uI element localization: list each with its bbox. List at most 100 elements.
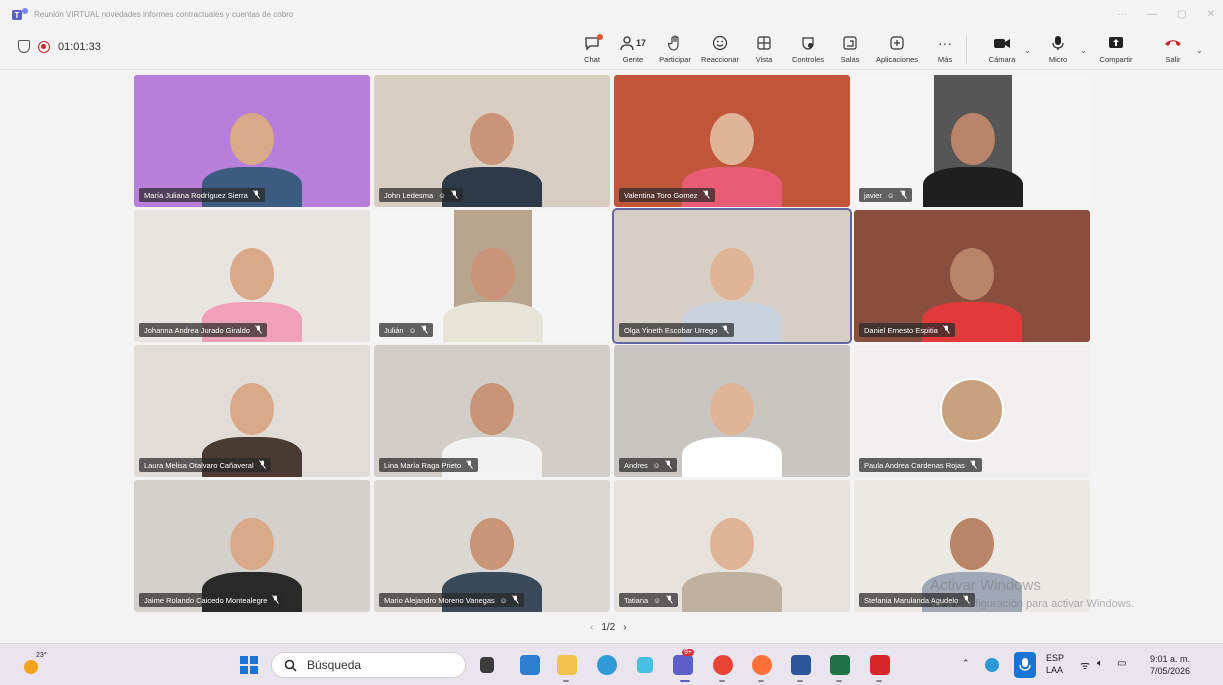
- next-page-icon[interactable]: ›: [623, 622, 626, 633]
- camera-options-chevron-icon[interactable]: ⌄: [1024, 46, 1031, 55]
- file-explorer-icon[interactable]: [557, 655, 577, 675]
- word-app-icon[interactable]: [791, 655, 811, 675]
- participant-tile[interactable]: María Juliana Rodríguez Sierra: [134, 75, 370, 207]
- mic-options-chevron-icon[interactable]: ⌄: [1080, 46, 1087, 55]
- wifi-icon[interactable]: ᯤ: [1080, 658, 1090, 673]
- camera-button[interactable]: Cámara: [976, 33, 1028, 64]
- taskbar-search[interactable]: Búsqueda: [271, 652, 466, 678]
- participant-name-label: Daniel Ernesto Espitia: [859, 323, 955, 337]
- tray-microphone-icon[interactable]: [1014, 652, 1036, 678]
- participant-head: [470, 113, 514, 165]
- toolbar-divider: [966, 36, 967, 64]
- participant-tile[interactable]: Paula Andrea Cardenas Rojas: [854, 345, 1090, 477]
- participant-name-label: Lina María Raga Prieto: [379, 458, 479, 472]
- participant-tile[interactable]: Olga Yineth Escobar Urrego: [612, 208, 852, 344]
- participant-head: [710, 383, 754, 435]
- participant-body: [443, 302, 543, 342]
- participant-name-label: Laura Melisa Otalvaro Cañaveral: [139, 458, 271, 472]
- teams-taskbar-icon[interactable]: 9+: [673, 649, 694, 675]
- tray-app-icon[interactable]: [985, 658, 999, 672]
- battery-icon[interactable]: ▭: [1117, 658, 1126, 669]
- running-indicator: [719, 680, 725, 682]
- shield-icon: [18, 40, 30, 53]
- muted-mic-icon: [421, 324, 429, 336]
- muted-mic-icon: [722, 324, 730, 336]
- mic-button[interactable]: Micro: [1032, 33, 1084, 64]
- apps-button[interactable]: Aplicaciones: [871, 33, 923, 64]
- window-title: Reunión VIRTUAL novedades informes contr…: [34, 9, 294, 19]
- participant-tile[interactable]: Johanna Andrea Jurado Giraldo: [134, 210, 370, 342]
- participant-name: John Ledesma: [384, 190, 434, 200]
- acrobat-reader-icon[interactable]: [870, 655, 890, 675]
- microphone-icon: [1052, 33, 1064, 53]
- participant-name-label: Julián ☺: [379, 323, 434, 337]
- hand-icon: [668, 33, 682, 53]
- rooms-button[interactable]: Salas: [824, 33, 876, 64]
- system-clock[interactable]: 9:01 a. m. 7/05/2026: [1150, 653, 1190, 677]
- participant-tile[interactable]: javier ☺: [854, 75, 1090, 207]
- window-close-button[interactable]: ✕: [1207, 9, 1215, 20]
- gallery-pager: ‹ 1/2 ›: [590, 622, 627, 633]
- tray-overflow-chevron-icon[interactable]: ⌃: [962, 658, 970, 669]
- participant-tile[interactable]: Julián ☺: [374, 210, 610, 342]
- participant-name: Valentina Toro Gomez: [624, 190, 698, 200]
- muted-mic-icon: [451, 189, 458, 201]
- previous-page-icon[interactable]: ‹: [590, 622, 593, 633]
- organizer-icon: ☺: [886, 190, 895, 200]
- participant-tile[interactable]: Andres ☺: [614, 345, 850, 477]
- excel-app-icon[interactable]: [830, 655, 850, 675]
- search-icon: [284, 659, 297, 672]
- leave-options-chevron-icon[interactable]: ⌄: [1196, 46, 1203, 55]
- participant-name-label: Mario Alejandro Moreno Vanegas ☺: [379, 593, 525, 607]
- participant-tile[interactable]: Daniel Ernesto Espitia: [854, 210, 1090, 342]
- windows-taskbar: 23° Búsqueda 9+ ⌃ ESP LAA ᯤ 🔈︎ ▭ 9:01 a.…: [0, 643, 1223, 685]
- smiley-icon: [712, 33, 728, 53]
- firefox-browser-icon[interactable]: [752, 655, 772, 675]
- running-indicator: [836, 680, 842, 682]
- window-minimize-button[interactable]: —: [1147, 9, 1157, 20]
- participant-tile[interactable]: Lina María Raga Prieto: [374, 345, 610, 477]
- camera-icon: [993, 33, 1011, 53]
- running-indicator: [563, 680, 569, 682]
- participant-name-label: Andres ☺: [619, 458, 678, 472]
- window-more-button[interactable]: ···: [1117, 9, 1127, 20]
- participant-tile[interactable]: Laura Melisa Otalvaro Cañaveral: [134, 345, 370, 477]
- share-button[interactable]: Compartir: [1090, 33, 1142, 64]
- muted-mic-icon: [272, 594, 280, 606]
- start-button[interactable]: [240, 656, 258, 674]
- leave-button[interactable]: Salir: [1147, 33, 1199, 64]
- task-view-icon[interactable]: [480, 657, 494, 673]
- participant-tile[interactable]: John Ledesma ☺: [374, 75, 610, 207]
- weather-widget[interactable]: 23°: [22, 652, 47, 676]
- chat-icon: [584, 33, 603, 53]
- volume-icon[interactable]: 🔈︎: [1097, 658, 1103, 669]
- participant-body: [682, 572, 782, 612]
- participant-tile[interactable]: Jaime Rolando Caicedo Montealegre: [134, 480, 370, 612]
- more-button[interactable]: ··· Más: [919, 33, 971, 64]
- copilot-icon[interactable]: [637, 657, 653, 673]
- participant-name: Daniel Ernesto Espitia: [864, 325, 938, 335]
- weather-temperature: 23°: [36, 652, 47, 659]
- meeting-timer: 01:01:33: [58, 40, 101, 53]
- svg-text:T: T: [15, 11, 20, 20]
- add-app-icon: [889, 33, 905, 53]
- window-controls: ··· — ▢ ✕: [1117, 0, 1215, 28]
- avatar: [940, 378, 1004, 442]
- news-app-icon[interactable]: [520, 655, 540, 675]
- participant-name: María Juliana Rodríguez Sierra: [144, 190, 248, 200]
- participant-tile[interactable]: Valentina Toro Gomez: [614, 75, 850, 207]
- chrome-browser-icon[interactable]: [713, 655, 733, 675]
- participant-name: Lina María Raga Prieto: [384, 460, 462, 470]
- input-language[interactable]: ESP LAA: [1046, 652, 1064, 676]
- muted-mic-icon: [702, 189, 710, 201]
- muted-mic-icon: [258, 459, 266, 471]
- participant-head: [471, 248, 515, 300]
- participant-head: [230, 518, 274, 570]
- ellipsis-icon: ···: [938, 35, 952, 51]
- participant-tile[interactable]: Mario Alejandro Moreno Vanegas ☺: [374, 480, 610, 612]
- edge-browser-icon[interactable]: [597, 655, 617, 675]
- window-maximize-button[interactable]: ▢: [1177, 9, 1186, 20]
- shield-person-icon: [800, 33, 816, 53]
- unread-dot: [597, 34, 603, 40]
- participant-tile[interactable]: Tatiana ☺: [614, 480, 850, 612]
